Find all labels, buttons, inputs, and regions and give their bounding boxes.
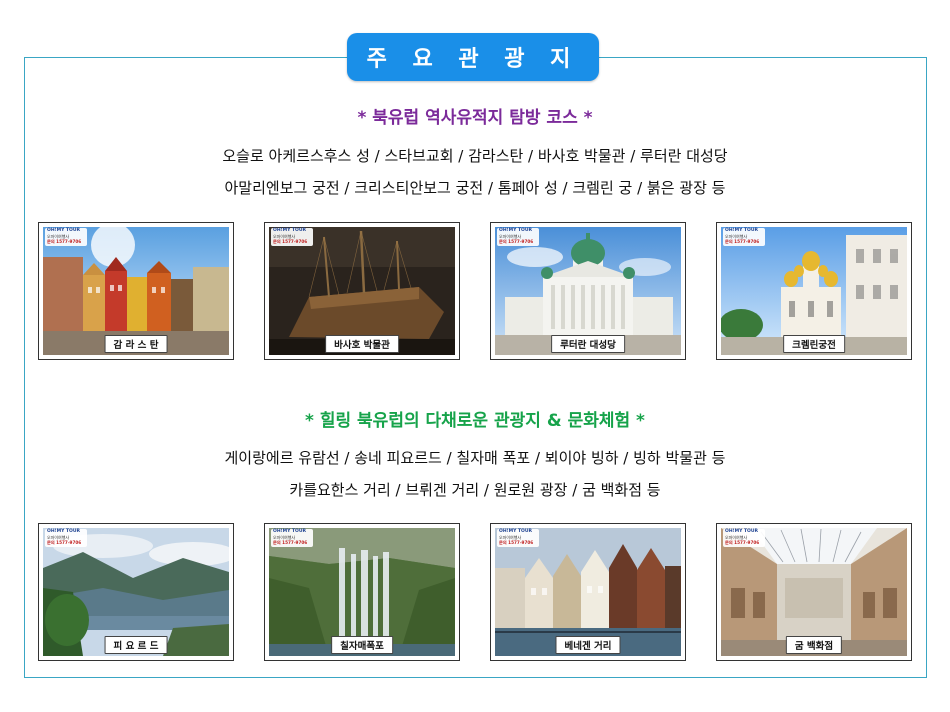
photo-caption: 크렘린궁전 [783, 335, 845, 353]
photo-fjord: OH!MY TOUR 오마이여행사 문의 1577-9706 피 요 르 드 [38, 523, 234, 661]
section1-line2: 아말리엔보그 궁전 / 크리스티안보그 궁전 / 톰페아 성 / 크렘린 궁 /… [224, 179, 726, 197]
brand-logo: OH!MY TOUR 오마이여행사 문의 1577-9706 [45, 228, 87, 246]
photo-gum: OH!MY TOUR 오마이여행사 문의 1577-9706 굼 백화점 [716, 523, 912, 661]
photo-bryggen: OH!MY TOUR 오마이여행사 문의 1577-9706 베네겐 거리 [490, 523, 686, 661]
section2-line1: 게이랑에르 유람선 / 송네 피요르드 / 칠자매 폭포 / 뵈이야 빙하 / … [224, 449, 726, 467]
photo-vasa-museum: OH!MY TOUR 오마이여행사 문의 1577-9706 바사호 박물관 [264, 222, 460, 360]
photo-caption: 베네겐 거리 [555, 636, 621, 654]
photo-caption: 칠자매폭포 [331, 636, 393, 654]
photo-caption: 루터란 대성당 [551, 335, 625, 353]
photo-caption: 피 요 르 드 [104, 636, 168, 654]
section1-heading: * 북유럽 역사유적지 탐방 코스 * [357, 108, 593, 128]
photo-kremlin: OH!MY TOUR 오마이여행사 문의 1577-9706 크렘린궁전 [716, 222, 912, 360]
section1-line1: 오슬로 아케르스후스 성 / 스타브교회 / 감라스탄 / 바사호 박물관 / … [222, 147, 728, 165]
brand-logo: OH!MY TOUR 오마이여행사 문의 1577-9706 [497, 529, 539, 547]
section2-line2: 카를요한스 거리 / 브뤼겐 거리 / 원로원 광장 / 굼 백화점 등 [289, 481, 661, 499]
photo-caption: 굼 백화점 [785, 636, 843, 654]
brand-logo: OH!MY TOUR 오마이여행사 문의 1577-9706 [497, 228, 539, 246]
section2-heading: * 힐링 북유럽의 다채로운 관광지 & 문화체험 * [305, 411, 645, 431]
photo-gamla-stan: OH!MY TOUR 오마이여행사 문의 1577-9706 감 라 스 탄 [38, 222, 234, 360]
brand-logo: OH!MY TOUR 오마이여행사 문의 1577-9706 [45, 529, 87, 547]
page-title: 주 요 관 광 지 [347, 33, 599, 81]
brand-logo: OH!MY TOUR 오마이여행사 문의 1577-9706 [271, 228, 313, 246]
photo-caption: 바사호 박물관 [325, 335, 399, 353]
photo-lutheran-cathedral: OH!MY TOUR 오마이여행사 문의 1577-9706 루터란 대성당 [490, 222, 686, 360]
brand-logo: OH!MY TOUR 오마이여행사 문의 1577-9706 [723, 529, 765, 547]
brand-logo: OH!MY TOUR 오마이여행사 문의 1577-9706 [723, 228, 765, 246]
photo-seven-sisters: OH!MY TOUR 오마이여행사 문의 1577-9706 칠자매폭포 [264, 523, 460, 661]
photo-caption: 감 라 스 탄 [104, 335, 168, 353]
brand-logo: OH!MY TOUR 오마이여행사 문의 1577-9706 [271, 529, 313, 547]
